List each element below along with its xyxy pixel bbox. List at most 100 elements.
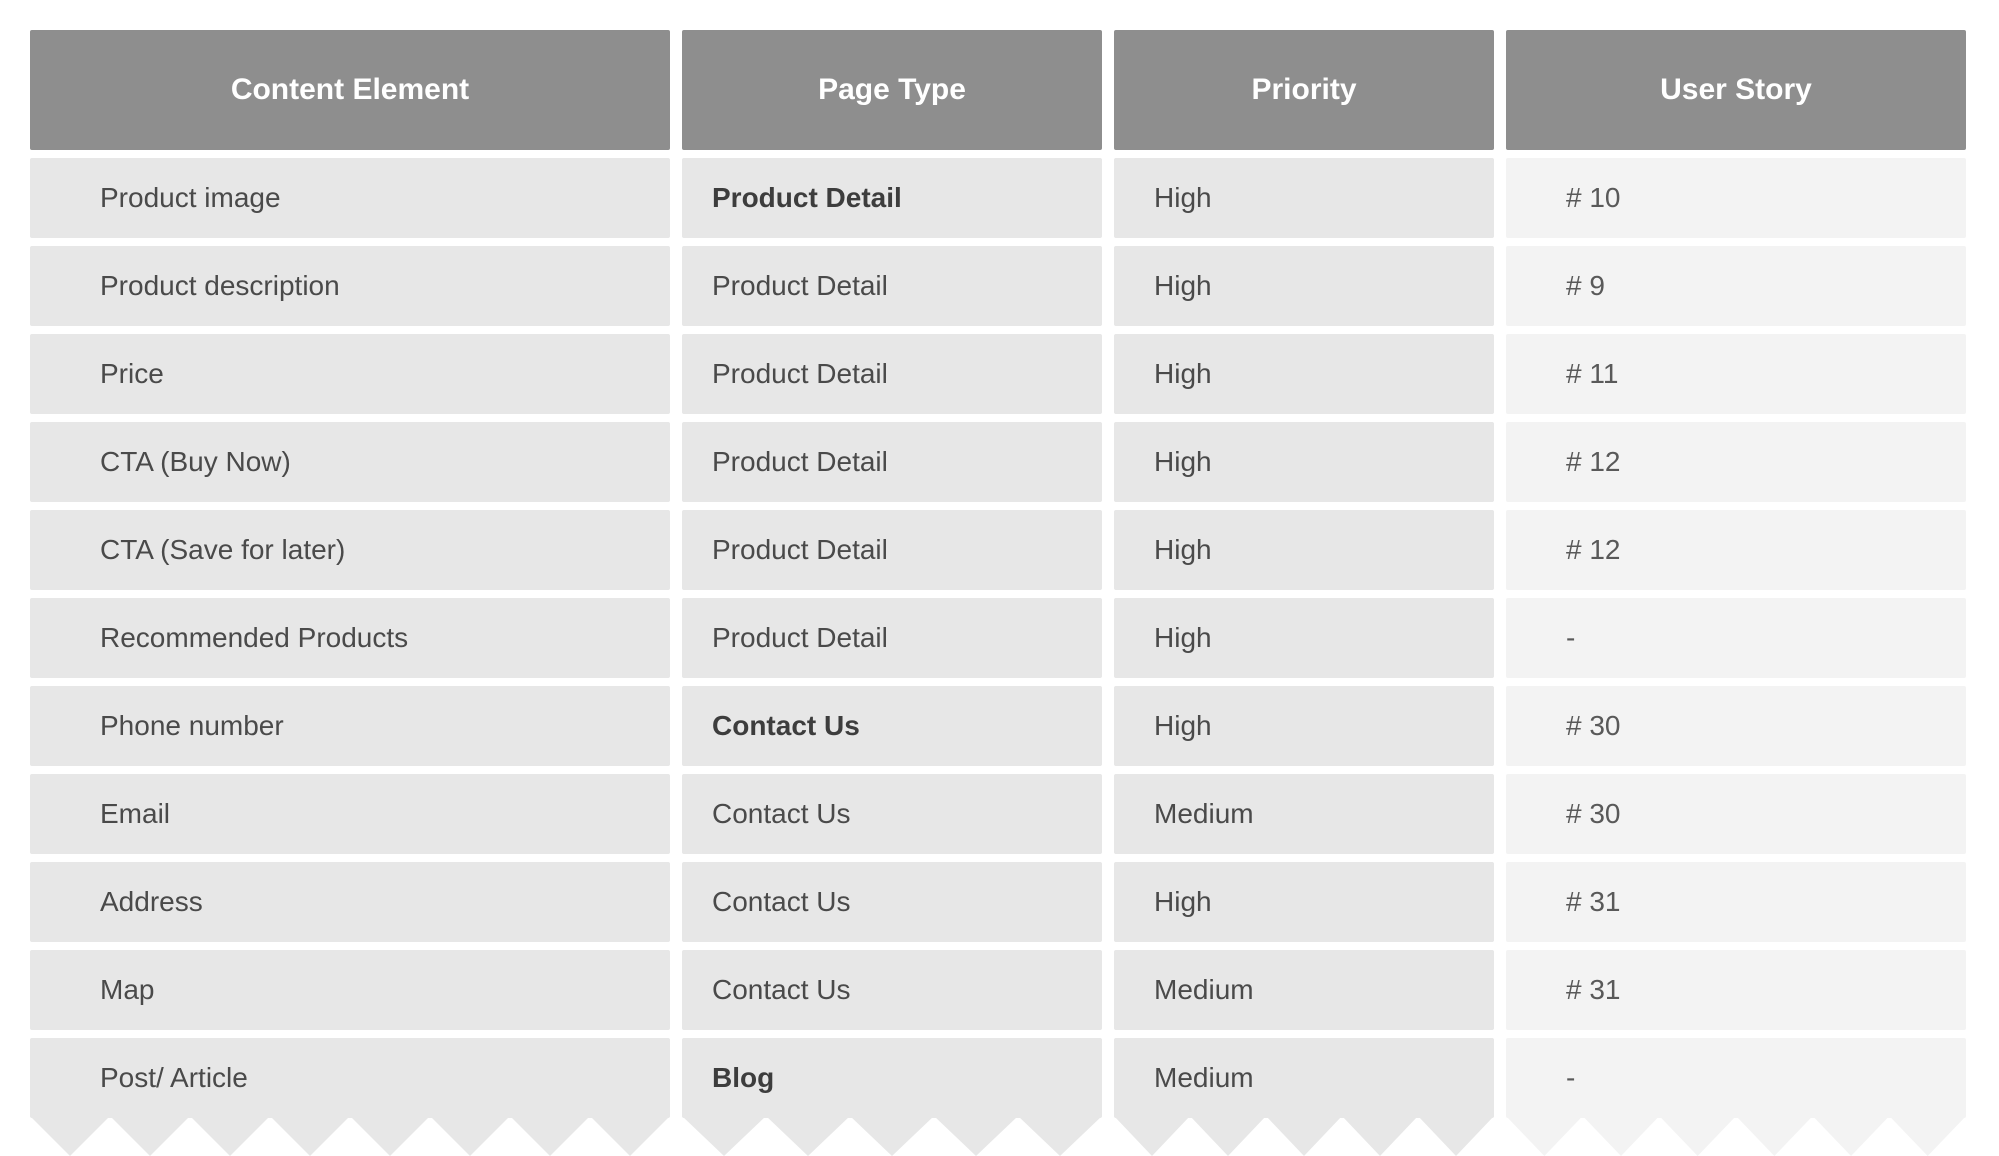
cell-priority-text: High — [1154, 182, 1212, 214]
cell-content-element-text: Product image — [100, 182, 281, 214]
cell-content-element: Recommended Products — [30, 598, 670, 678]
cell-page-type: Product Detail — [682, 422, 1102, 502]
cell-priority-text: Medium — [1154, 974, 1254, 1006]
cell-user-story-text: # 12 — [1566, 534, 1621, 566]
cell-user-story-text: # 9 — [1566, 270, 1605, 302]
cell-content-element-text: Map — [100, 974, 154, 1006]
cell-page-type-text: Contact Us — [712, 974, 851, 1006]
table-row: CTA (Buy Now) Product Detail High # 12 — [30, 422, 1969, 502]
cell-page-type: Contact Us — [682, 774, 1102, 854]
cell-user-story-text: # 31 — [1566, 974, 1621, 1006]
table-row: Email Contact Us Medium # 30 — [30, 774, 1969, 854]
cell-priority: High — [1114, 686, 1494, 766]
cell-content-element-text: Address — [100, 886, 203, 918]
cell-priority-text: High — [1154, 534, 1212, 566]
table-row: Price Product Detail High # 11 — [30, 334, 1969, 414]
cell-content-element: Email — [30, 774, 670, 854]
cell-user-story: # 10 — [1506, 158, 1966, 238]
cell-content-element: Address — [30, 862, 670, 942]
cell-user-story-text: # 31 — [1566, 886, 1621, 918]
cell-page-type: Contact Us — [682, 686, 1102, 766]
cell-page-type-text: Product Detail — [712, 446, 888, 478]
cell-priority: Medium — [1114, 1038, 1494, 1118]
cell-priority-text: High — [1154, 270, 1212, 302]
table-row: Phone number Contact Us High # 30 — [30, 686, 1969, 766]
cell-content-element: Product image — [30, 158, 670, 238]
cell-content-element: Phone number — [30, 686, 670, 766]
cell-priority: High — [1114, 334, 1494, 414]
cell-content-element-text: CTA (Save for later) — [100, 534, 345, 566]
table-row: Product image Product Detail High # 10 — [30, 158, 1969, 238]
cell-priority-text: High — [1154, 886, 1212, 918]
cell-user-story: # 31 — [1506, 950, 1966, 1030]
cell-priority-text: High — [1154, 622, 1212, 654]
cell-content-element-text: Email — [100, 798, 170, 830]
cell-page-type: Contact Us — [682, 862, 1102, 942]
cell-user-story: - — [1506, 1038, 1966, 1118]
cell-user-story-text: - — [1566, 1062, 1575, 1094]
cell-page-type-text: Product Detail — [712, 622, 888, 654]
cell-priority: High — [1114, 862, 1494, 942]
cell-page-type-text: Contact Us — [712, 710, 860, 742]
cell-page-type-text: Contact Us — [712, 798, 851, 830]
cell-user-story: # 30 — [1506, 686, 1966, 766]
cell-priority: High — [1114, 422, 1494, 502]
cell-page-type: Product Detail — [682, 334, 1102, 414]
cell-user-story: # 12 — [1506, 422, 1966, 502]
cell-page-type-text: Blog — [712, 1062, 774, 1094]
cell-user-story-text: # 10 — [1566, 182, 1621, 214]
cell-page-type: Contact Us — [682, 950, 1102, 1030]
header-page-type: Page Type — [682, 30, 1102, 150]
cell-user-story: - — [1506, 598, 1966, 678]
torn-edge-icon — [1114, 1116, 1494, 1156]
torn-edge-icon — [1506, 1116, 1966, 1156]
cell-priority-text: High — [1154, 446, 1212, 478]
cell-priority-text: High — [1154, 358, 1212, 390]
cell-page-type-text: Product Detail — [712, 534, 888, 566]
cell-user-story-text: # 12 — [1566, 446, 1621, 478]
cell-page-type-text: Product Detail — [712, 270, 888, 302]
table-row: Address Contact Us High # 31 — [30, 862, 1969, 942]
cell-user-story: # 12 — [1506, 510, 1966, 590]
table-row: Recommended Products Product Detail High - — [30, 598, 1969, 678]
cell-content-element: Product description — [30, 246, 670, 326]
cell-user-story: # 30 — [1506, 774, 1966, 854]
cell-priority: Medium — [1114, 950, 1494, 1030]
cell-page-type-text: Contact Us — [712, 886, 851, 918]
cell-content-element: CTA (Buy Now) — [30, 422, 670, 502]
cell-content-element-text: Price — [100, 358, 164, 390]
cell-user-story-text: # 30 — [1566, 710, 1621, 742]
cell-user-story: # 31 — [1506, 862, 1966, 942]
table-row: Product description Product Detail High # 9 — [30, 246, 1969, 326]
cell-user-story: # 11 — [1506, 334, 1966, 414]
cell-content-element-text: Product description — [100, 270, 340, 302]
cell-priority-text: Medium — [1154, 798, 1254, 830]
torn-edge-icon — [682, 1116, 1102, 1156]
cell-page-type: Product Detail — [682, 598, 1102, 678]
cell-user-story-text: # 11 — [1566, 358, 1618, 390]
cell-user-story-text: - — [1566, 622, 1575, 654]
cell-page-type: Product Detail — [682, 158, 1102, 238]
cell-user-story: # 9 — [1506, 246, 1966, 326]
cell-user-story-text: # 30 — [1566, 798, 1621, 830]
table-header-row: Content Element Page Type Priority User … — [30, 30, 1969, 150]
table-row: Post/ Article Blog Medium - — [30, 1038, 1969, 1118]
cell-content-element-text: CTA (Buy Now) — [100, 446, 291, 478]
cell-content-element-text: Recommended Products — [100, 622, 408, 654]
cell-priority: Medium — [1114, 774, 1494, 854]
cell-page-type-text: Product Detail — [712, 182, 902, 214]
header-user-story: User Story — [1506, 30, 1966, 150]
cell-priority-text: High — [1154, 710, 1212, 742]
cell-page-type: Product Detail — [682, 510, 1102, 590]
cell-priority: High — [1114, 598, 1494, 678]
table-row: Map Contact Us Medium # 31 — [30, 950, 1969, 1030]
cell-priority-text: Medium — [1154, 1062, 1254, 1094]
table-row: CTA (Save for later) Product Detail High # … — [30, 510, 1969, 590]
header-content-element: Content Element — [30, 30, 670, 150]
cell-page-type: Product Detail — [682, 246, 1102, 326]
cell-content-element-text: Post/ Article — [100, 1062, 248, 1094]
torn-edge-icon — [30, 1116, 670, 1156]
cell-page-type: Blog — [682, 1038, 1102, 1118]
cell-content-element: Price — [30, 334, 670, 414]
header-priority: Priority — [1114, 30, 1494, 150]
